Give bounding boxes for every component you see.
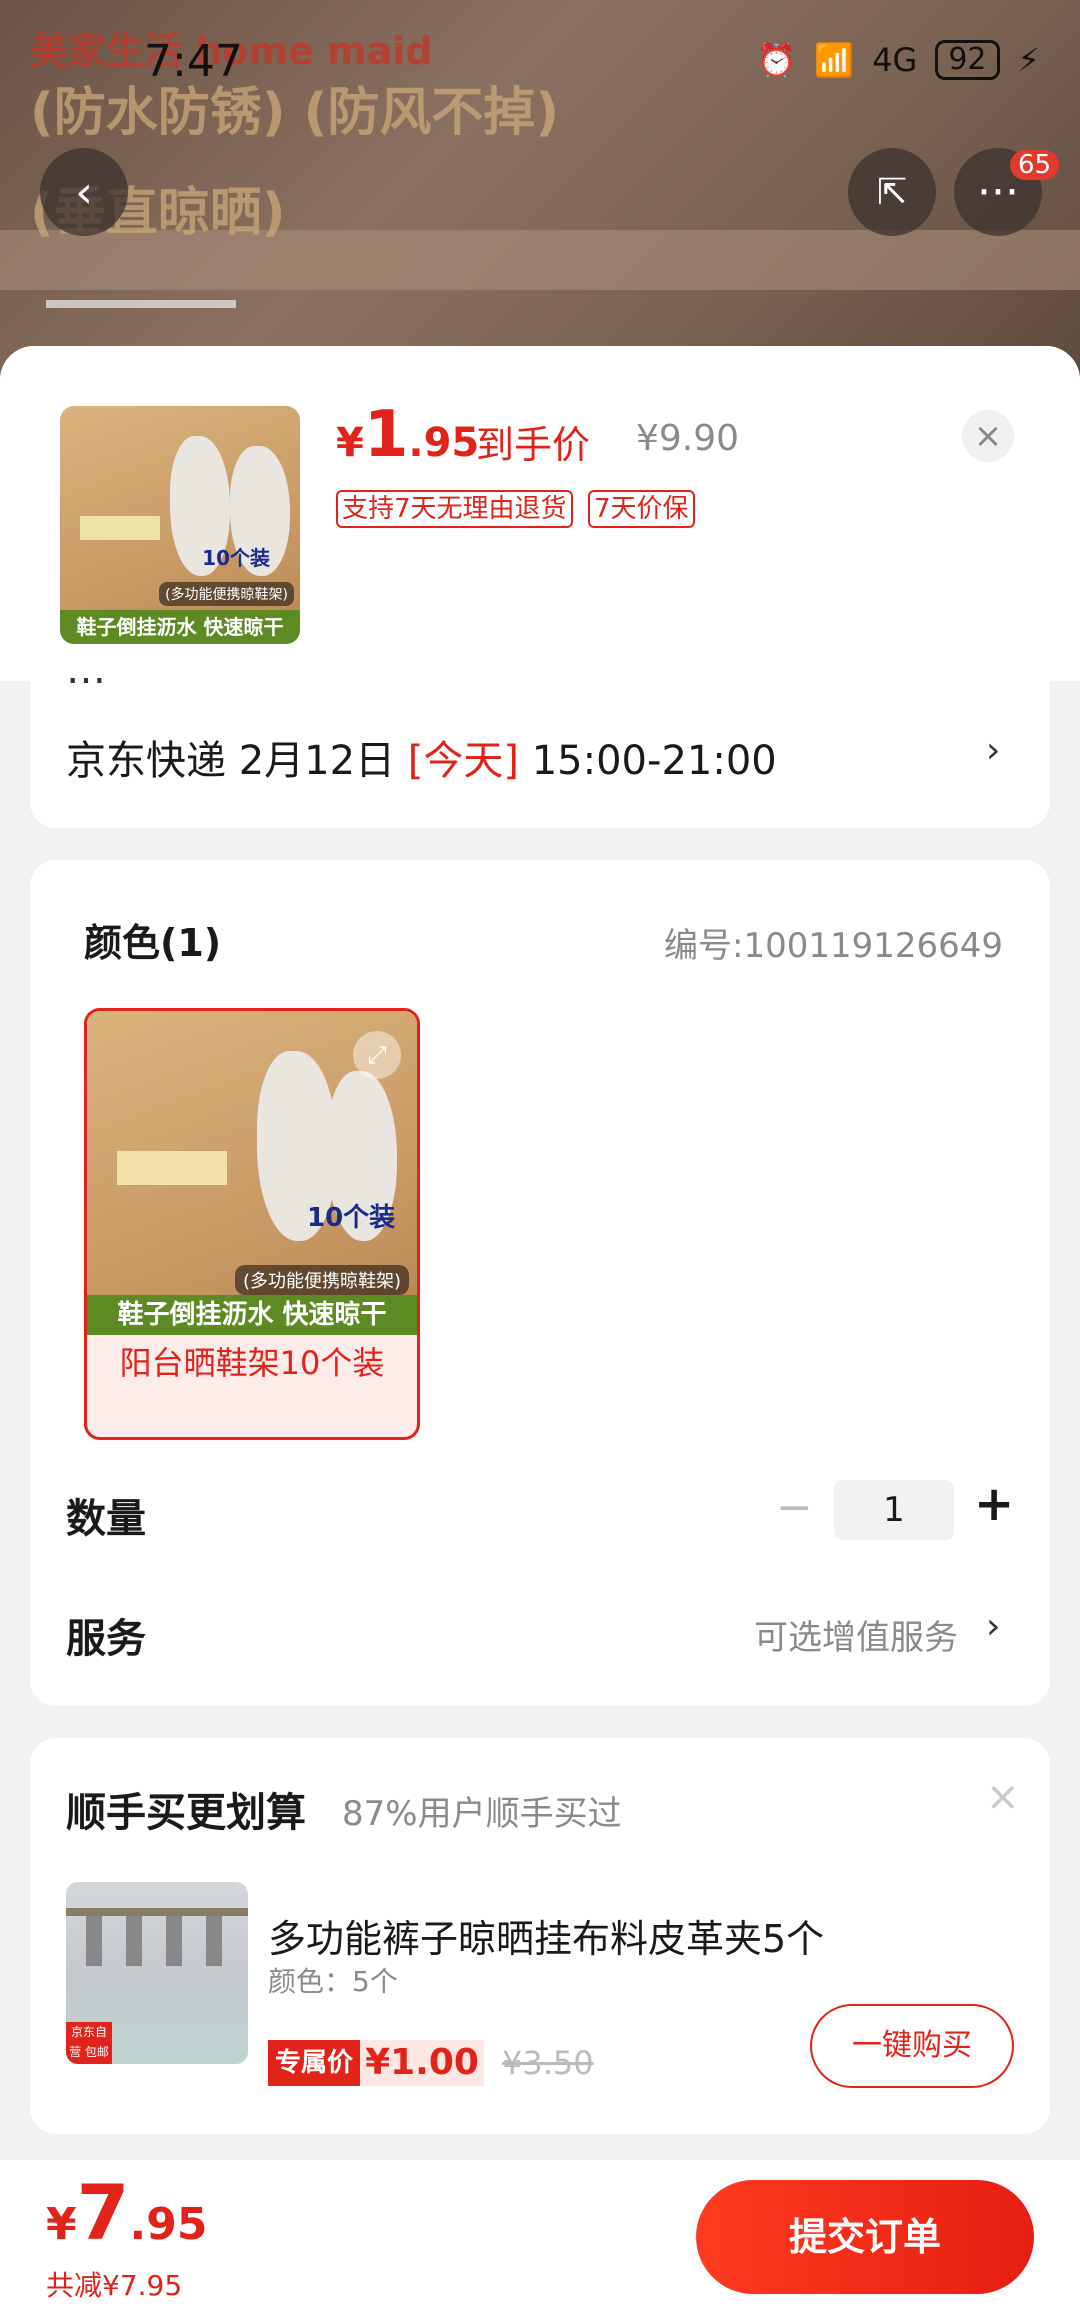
total-discount: 共减¥7.95 [46,2269,183,2302]
thumb-pack-label: 10个装 [202,546,270,570]
variant-pack-label: 10个装 [307,1203,396,1233]
total-integer: 7 [76,2168,130,2257]
addon-thumb-badge: 京东自营 包邮 [66,2022,112,2064]
chevron-right-icon: › [986,730,1001,771]
background-text-1: (防水防锈) (防风不掉) [30,83,560,143]
battery-indicator: 92 [935,40,1000,80]
expand-icon[interactable]: ⤢ [353,1031,401,1079]
price-symbol: ¥ [336,420,364,466]
price-integer: 1 [363,398,409,472]
original-price: ¥9.90 [636,418,740,459]
color-title: 颜色(1) [84,921,222,965]
share-icon: ⇱ [876,171,908,213]
status-time: 7:47 [144,36,243,87]
exclusive-price-label: 专属价 [268,2040,360,2086]
variant-caption: 鞋子倒挂沥水 快速晾干 [87,1295,417,1335]
service-label: 服务 [66,1616,146,1662]
addon-subtitle: 87%用户顺手买过 [342,1794,622,1834]
variant-image: 10个装 (多功能便携晾鞋架) ⤢ [87,1011,417,1335]
delivery-info: 京东快递 2月12日 [今天] 15:00-21:00 [66,728,777,786]
today-label: [今天] [407,738,520,784]
exclusive-price: ¥1.00 [360,2040,484,2086]
sku-number: 编号:100119126649 [664,926,1004,966]
variant-name: 阳台晒鞋架10个装 [119,1344,385,1382]
notification-badge: 65 [1010,150,1060,180]
addon-item-name: 多功能裤子晾晒挂布料皮革夹5个 [268,1917,825,1961]
signal-label: 4G [872,41,918,79]
share-button[interactable]: ⇱ [848,148,936,236]
thumb-note: (多功能便携晾鞋架) [159,582,294,606]
arrow-decoration [46,300,236,308]
submit-order-button[interactable]: 提交订单 [696,2180,1034,2294]
addon-item-spec: 颜色：5个 [268,1965,398,1998]
variant-option-selected[interactable]: 10个装 (多功能便携晾鞋架) ⤢ 鞋子倒挂沥水 快速晾干 阳台晒鞋架10个装 [84,1008,420,1440]
delivery-time: 15:00-21:00 [531,738,777,784]
service-chevron-icon: › [986,1606,1001,1647]
total-price: ¥7.95 [46,2168,207,2257]
address-text: … [66,660,106,690]
close-button[interactable]: × [962,410,1014,462]
minus-icon: − [776,1482,813,1533]
thumb-caption: 鞋子倒挂沥水 快速晾干 [60,610,300,644]
quantity-label: 数量 [66,1496,146,1542]
total-symbol: ¥ [46,2199,77,2250]
service-option-link[interactable]: 可选增值服务 [754,1610,958,1659]
increment-button[interactable]: + [974,1476,1014,1532]
chevron-left-icon: ‹ [75,166,93,218]
address-partial: … [66,660,926,690]
addon-title: 顺手买更划算 [66,1790,306,1836]
one-click-buy-button[interactable]: 一键购买 [810,2004,1014,2088]
addon-close-icon[interactable]: × [986,1774,1020,1820]
addon-original-price: ¥3.50 [502,2044,594,2082]
total-decimal: .95 [129,2199,208,2250]
price-protection-tag: 7天价保 [588,490,695,528]
product-price: ¥1.95 [336,398,479,472]
product-thumbnail[interactable]: 10个装 (多功能便携晾鞋架) 鞋子倒挂沥水 快速晾干 [60,406,300,644]
back-button[interactable]: ‹ [40,148,128,236]
variant-note: (多功能便携晾鞋架) [234,1265,409,1295]
plus-icon: + [974,1476,1015,1532]
addon-thumbnail[interactable]: 京东自营 包邮 [66,1882,248,2064]
price-label: 到手价 [476,423,591,467]
close-icon: × [973,416,1003,456]
status-icons: ⏰ 📶 4G 92 ⚡ [756,40,1040,80]
carrier: 京东快递 [66,738,226,784]
decrement-button[interactable]: − [776,1482,813,1533]
wifi-icon: 📶 [814,41,855,79]
quantity-input[interactable]: 1 [834,1480,954,1540]
price-decimal: .95 [408,420,480,466]
charging-icon: ⚡ [1017,41,1040,79]
return-policy-tag: 支持7天无理由退货 [336,490,573,528]
alarm-icon: ⏰ [756,41,797,79]
delivery-date: 2月12日 [238,738,396,784]
